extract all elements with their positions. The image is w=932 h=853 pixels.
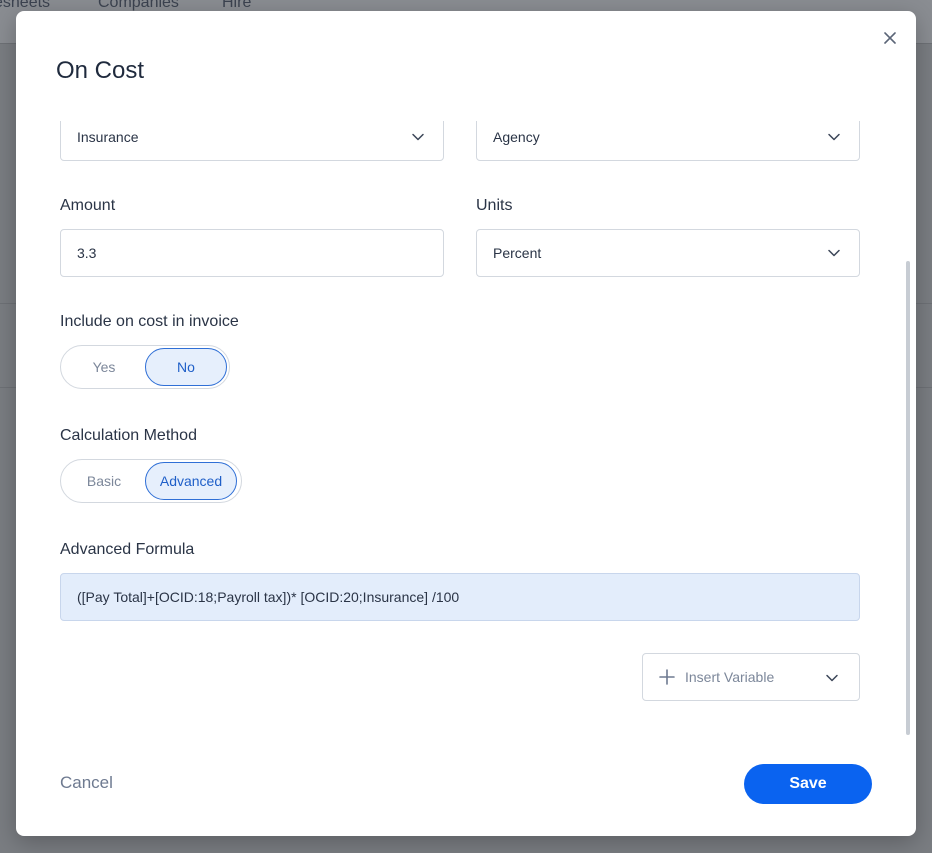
modal-body: Insurance Agency Amount 3.3 Units Percen…	[16, 121, 902, 733]
insert-variable-dropdown[interactable]: Insert Variable	[642, 653, 860, 701]
advanced-formula-value: ([Pay Total]+[OCID:18;Payroll tax])* [OC…	[77, 589, 460, 605]
plus-icon	[659, 669, 675, 685]
chevron-down-icon	[828, 133, 840, 141]
cancel-button[interactable]: Cancel	[60, 773, 113, 793]
include-invoice-label: Include on cost in invoice	[60, 313, 239, 330]
on-cost-modal: On Cost Insurance Agency Amount 3.3 Unit…	[16, 11, 916, 836]
oncost-type-value: Insurance	[77, 129, 139, 145]
chevron-down-icon	[412, 133, 424, 141]
calculation-method-advanced[interactable]: Advanced	[145, 462, 237, 500]
chevron-down-icon	[828, 249, 840, 257]
units-value: Percent	[493, 245, 542, 261]
modal-scrollbar[interactable]	[906, 261, 910, 735]
units-select[interactable]: Percent	[476, 229, 860, 277]
include-invoice-no[interactable]: No	[145, 348, 227, 386]
include-invoice-yes[interactable]: Yes	[63, 348, 145, 386]
applies-to-value: Agency	[493, 129, 540, 145]
units-label: Units	[476, 197, 513, 214]
calculation-method-label: Calculation Method	[60, 427, 197, 444]
calculation-method-toggle: Basic Advanced	[60, 459, 242, 503]
close-icon[interactable]	[880, 28, 900, 48]
modal-title: On Cost	[56, 57, 145, 84]
include-invoice-toggle: Yes No	[60, 345, 230, 389]
calculation-method-basic[interactable]: Basic	[63, 462, 145, 500]
amount-value: 3.3	[77, 245, 97, 261]
advanced-formula-label: Advanced Formula	[60, 541, 195, 558]
oncost-type-select[interactable]: Insurance	[60, 121, 444, 161]
save-button[interactable]: Save	[744, 764, 872, 804]
chevron-down-icon	[826, 674, 838, 682]
insert-variable-label: Insert Variable	[685, 669, 775, 685]
applies-to-select[interactable]: Agency	[476, 121, 860, 161]
amount-input[interactable]: 3.3	[60, 229, 444, 277]
amount-label: Amount	[60, 197, 116, 214]
advanced-formula-input[interactable]: ([Pay Total]+[OCID:18;Payroll tax])* [OC…	[60, 573, 860, 621]
